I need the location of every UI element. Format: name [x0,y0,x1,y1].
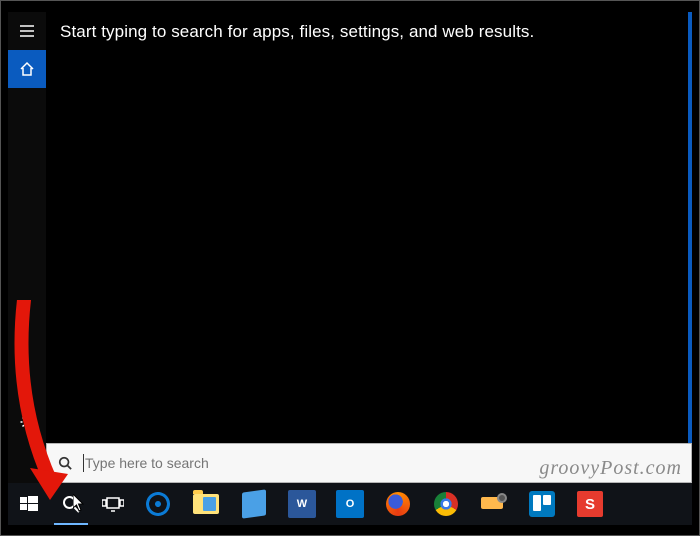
home-button[interactable] [8,50,46,88]
start-button[interactable] [8,483,50,525]
taskbar-app-trello[interactable] [518,483,566,525]
taskbar-app-explorer[interactable] [182,483,230,525]
search-icon [62,495,80,513]
task-view-icon [102,496,124,512]
taskbar-app-edge[interactable] [134,483,182,525]
taskbar-app-word[interactable]: W [278,483,326,525]
search-panel-sidebar [8,12,46,483]
taskbar-app-firefox[interactable] [374,483,422,525]
taskbar-app-outlook[interactable]: O [326,483,374,525]
firefox-icon [386,492,410,516]
taskbar-app-chrome[interactable] [422,483,470,525]
home-icon [19,61,35,77]
outlook-icon: O [336,490,364,518]
word-icon: W [288,490,316,518]
search-panel-body: Start typing to search for apps, files, … [46,12,692,483]
taskbar: W O S [8,483,692,525]
taskbar-app-notepad[interactable] [230,483,278,525]
taskbar-app-moviemaker[interactable] [470,483,518,525]
search-prompt: Start typing to search for apps, files, … [46,12,692,42]
snagit-icon: S [577,491,603,517]
settings-button[interactable] [8,403,46,441]
taskbar-app-snagit[interactable]: S [566,483,614,525]
menu-button[interactable] [8,12,46,50]
edge-icon [143,489,174,520]
trello-icon [529,491,555,517]
task-view-button[interactable] [92,483,134,525]
windows-logo-icon [20,495,38,513]
search-icon [47,456,83,470]
moviemaker-icon [481,493,507,515]
chrome-icon [434,492,458,516]
search-panel: Start typing to search for apps, files, … [8,12,692,483]
cortana-search-button[interactable] [50,483,92,525]
scrollbar[interactable] [688,12,692,443]
watermark: groovyPost.com [539,457,682,480]
notepad-icon [242,489,266,518]
gear-icon [19,414,35,430]
text-caret [83,454,84,472]
folder-icon [193,494,219,514]
hamburger-icon [19,23,35,39]
